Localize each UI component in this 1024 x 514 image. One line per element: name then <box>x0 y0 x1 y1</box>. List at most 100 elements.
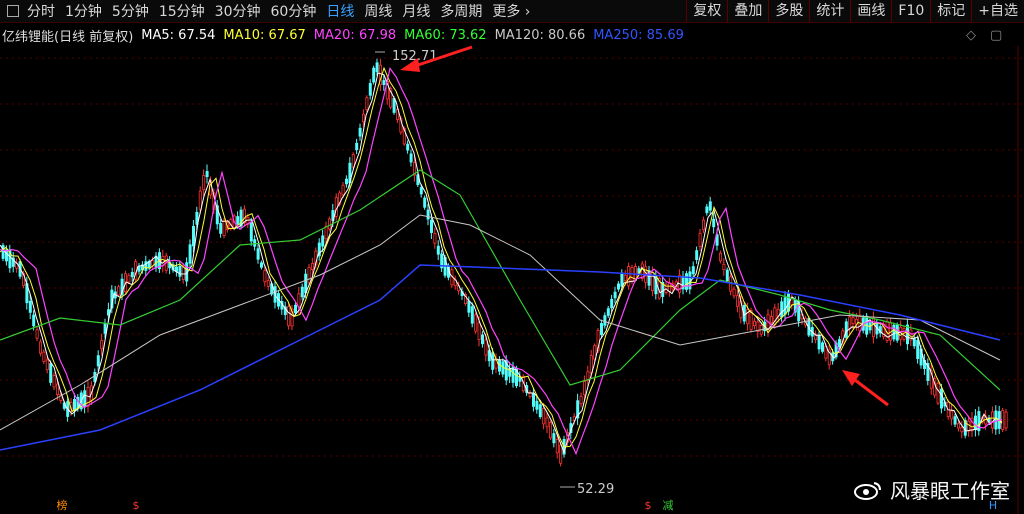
candle-body <box>610 298 614 309</box>
candle-body <box>181 266 185 280</box>
candle-body <box>617 283 621 290</box>
candle-body <box>491 352 495 370</box>
candle-body <box>96 355 100 367</box>
price-grid <box>0 46 1024 514</box>
candle-body <box>685 273 689 290</box>
marker-0[interactable]: 榜 <box>54 498 70 514</box>
candle-body <box>293 304 297 314</box>
candle-body <box>953 416 957 425</box>
ma60-line <box>0 169 1001 391</box>
candle-body <box>712 218 716 228</box>
candle-body <box>344 178 348 185</box>
candle-body <box>848 316 852 330</box>
marker-2[interactable]: $ <box>640 498 656 514</box>
candle-body <box>253 239 257 247</box>
candle-body <box>300 286 304 298</box>
candle-body <box>368 83 372 96</box>
candle-body <box>627 266 631 287</box>
candle-body <box>695 250 699 260</box>
arrow-shaft <box>854 378 889 407</box>
candle-body <box>634 266 638 280</box>
candle-body <box>259 262 263 268</box>
candle-body <box>355 142 359 151</box>
candle-body <box>382 80 386 85</box>
candle-body <box>409 153 413 163</box>
candle-body <box>419 187 423 195</box>
ma250-line <box>0 264 1001 451</box>
candle-body <box>702 219 706 231</box>
candle-body <box>783 297 787 315</box>
weibo-icon <box>854 480 882 500</box>
candle-body <box>967 420 971 432</box>
candle-body <box>219 223 223 234</box>
candle-body <box>287 306 291 327</box>
candle-body <box>107 309 111 316</box>
candle-body <box>103 323 107 334</box>
candle-body <box>474 314 478 332</box>
candle-body <box>691 266 695 275</box>
candle-body <box>753 320 757 326</box>
candle-body <box>426 209 430 220</box>
candle-body <box>725 269 729 282</box>
candle-body <box>222 220 226 236</box>
candle-body <box>73 399 77 411</box>
candle-body <box>542 408 546 425</box>
candle-body <box>327 218 331 230</box>
candle-body <box>552 433 556 444</box>
candle-body <box>130 271 134 278</box>
marker-1[interactable]: $ <box>128 498 144 514</box>
low-annotation: 52.29 <box>560 482 614 497</box>
candle-body <box>620 272 624 287</box>
candle-body <box>28 300 32 313</box>
kline-chart: 152.71 52.29 <box>0 45 1024 514</box>
candle-body <box>916 340 920 359</box>
candle-body <box>532 392 536 407</box>
candle-body <box>423 197 427 208</box>
candle-body <box>559 444 563 464</box>
marker-3[interactable]: 减 <box>660 498 676 514</box>
candle-body <box>467 300 471 313</box>
moving-averages <box>0 66 1003 456</box>
candle-body <box>817 334 821 350</box>
candle-body <box>600 323 604 335</box>
candle-body <box>477 322 481 340</box>
candle-body <box>321 235 325 247</box>
candle-body <box>5 249 9 262</box>
candle-body <box>705 206 709 214</box>
red-arrow-bottom <box>842 370 889 407</box>
candle-body <box>205 170 209 178</box>
candle-body <box>365 97 369 110</box>
candle-body <box>178 265 182 277</box>
candle-body <box>535 400 539 410</box>
candle-body <box>35 329 39 339</box>
candle-body <box>470 306 474 324</box>
candle-body <box>406 143 410 151</box>
candle-body <box>991 411 995 429</box>
candlesticks <box>1 58 1008 467</box>
ma10-line <box>0 66 1003 448</box>
candle-body <box>994 410 998 430</box>
candle-body <box>936 382 940 404</box>
candle-body <box>780 301 784 318</box>
candle-body <box>960 427 964 433</box>
candle-body <box>770 316 774 324</box>
candle-body <box>892 324 896 340</box>
candle-body <box>736 295 740 307</box>
candle-body <box>538 404 542 418</box>
candle-body <box>549 422 553 439</box>
candle-body <box>708 201 712 211</box>
watermark: 风暴眼工作室 <box>854 475 1010 504</box>
candle-body <box>722 263 726 271</box>
candle-body <box>263 270 267 283</box>
candle-body <box>912 337 916 347</box>
candle-body <box>202 175 206 191</box>
candle-body <box>117 286 121 296</box>
candle-body <box>324 225 328 240</box>
candle-body <box>307 266 311 284</box>
candle-body <box>623 274 627 281</box>
candle-body <box>266 280 270 287</box>
candle-body <box>137 265 141 272</box>
candle-body <box>361 113 365 123</box>
candle-body <box>392 98 396 113</box>
candle-body <box>484 339 488 356</box>
